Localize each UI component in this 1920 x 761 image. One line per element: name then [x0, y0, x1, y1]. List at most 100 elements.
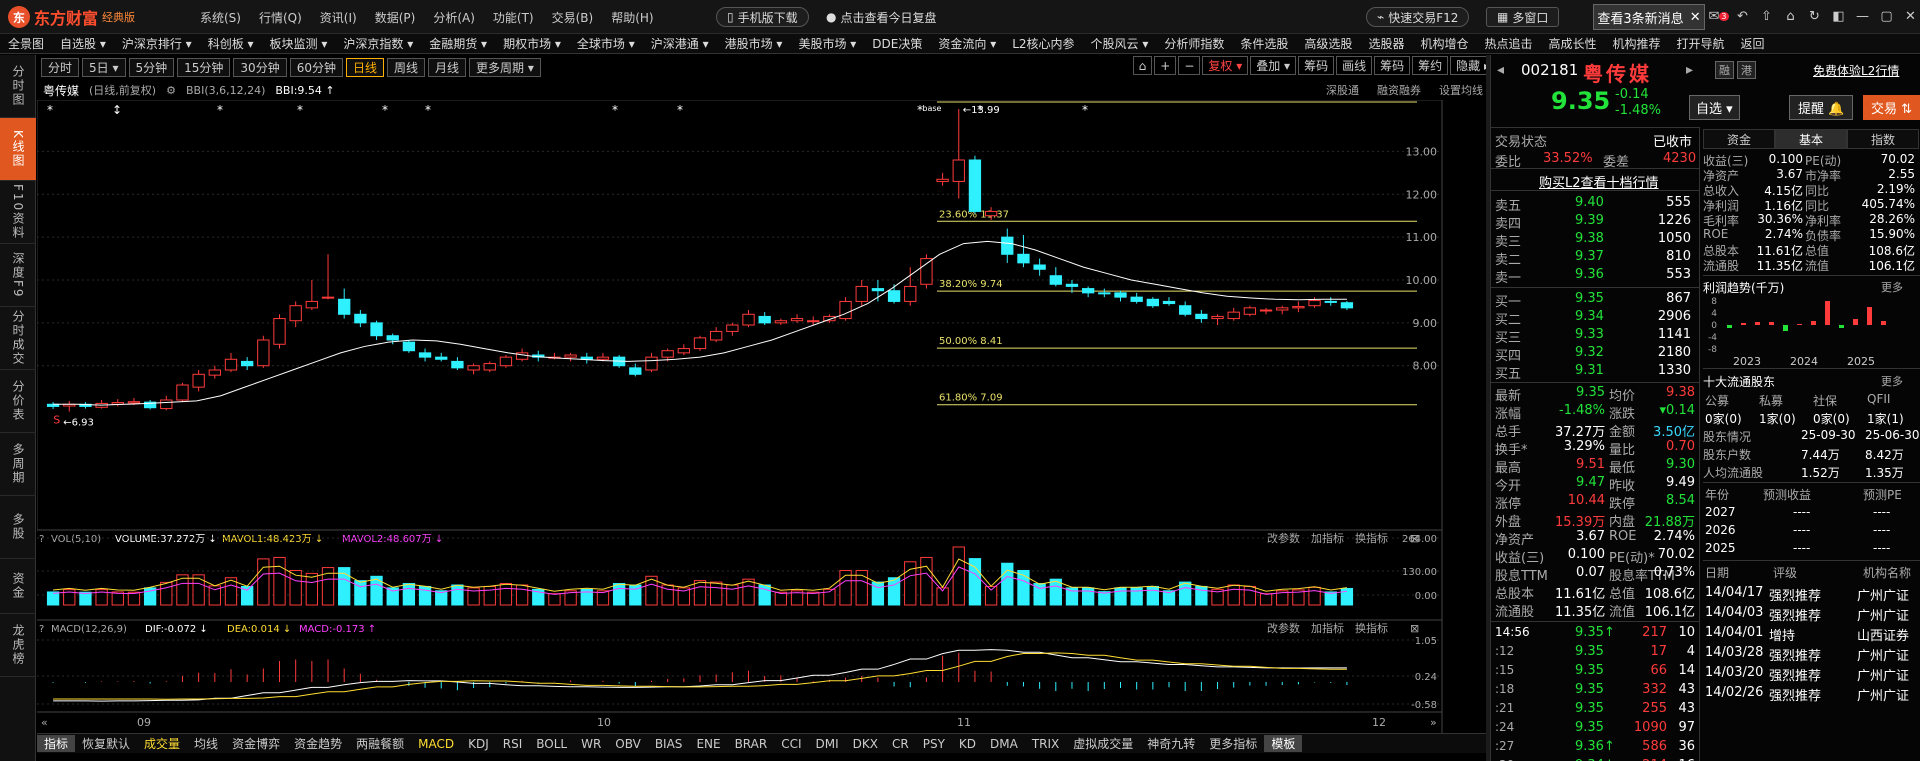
candle[interactable]: [1081, 288, 1095, 294]
nav-item[interactable]: 热点追击: [1476, 35, 1540, 52]
sidebar-tab[interactable]: 分价表: [0, 370, 36, 433]
scroll-left-icon[interactable]: «: [41, 716, 48, 729]
volume-bar[interactable]: [1340, 587, 1354, 606]
refresh-icon[interactable]: ↻: [1806, 6, 1823, 26]
candle[interactable]: [1340, 302, 1354, 309]
candle[interactable]: [1065, 283, 1079, 287]
volume-bar[interactable]: [887, 577, 901, 606]
sidebar-tab[interactable]: 多股: [0, 496, 36, 559]
sidebar-tab[interactable]: 分时成交: [0, 307, 36, 370]
event-marker-icon[interactable]: ↕: [112, 103, 122, 117]
candle[interactable]: [435, 356, 448, 360]
candle[interactable]: [1324, 300, 1337, 303]
candle[interactable]: [629, 367, 642, 375]
event-marker-icon[interactable]: *: [47, 103, 53, 117]
period-button[interactable]: 周线: [387, 57, 426, 77]
next-stock-icon[interactable]: ▸: [1686, 62, 1693, 78]
volume-bar[interactable]: [127, 591, 141, 606]
sidebar-tab[interactable]: 深度F9: [0, 244, 36, 307]
candle[interactable]: [1033, 264, 1046, 270]
fundamental-tab[interactable]: 基本: [1775, 129, 1847, 149]
fundamental-tab[interactable]: 资金: [1703, 129, 1775, 149]
candle[interactable]: [774, 320, 788, 324]
candle[interactable]: [305, 300, 319, 309]
nav-item[interactable]: 机构推荐: [1605, 35, 1669, 52]
nav-item[interactable]: 个股风云 ▾: [1083, 35, 1157, 52]
volume-bar[interactable]: [402, 583, 416, 606]
candle[interactable]: [968, 159, 982, 212]
candle[interactable]: [1130, 296, 1143, 302]
menu-item[interactable]: 交易(B): [552, 9, 594, 26]
candle[interactable]: [677, 348, 690, 354]
candle[interactable]: [984, 210, 998, 217]
menu-item[interactable]: 分析(A): [433, 9, 475, 26]
nav-item[interactable]: 全景图: [0, 35, 52, 52]
event-marker-icon[interactable]: *: [1082, 103, 1088, 117]
close-window-icon[interactable]: ✕: [1902, 6, 1919, 26]
nav-item[interactable]: 选股器: [1360, 35, 1412, 52]
candle[interactable]: [1114, 292, 1127, 298]
candle[interactable]: [1001, 236, 1014, 255]
indicator-button[interactable]: CR: [885, 737, 916, 751]
indicator-button[interactable]: PSY: [916, 737, 952, 751]
daily-review-button[interactable]: ● 点击查看今日复盘: [816, 7, 947, 27]
chart-link[interactable]: 深股通: [1326, 82, 1359, 98]
period-button[interactable]: 60分钟: [289, 57, 343, 77]
candle[interactable]: [904, 285, 917, 302]
volume-bar[interactable]: [515, 584, 529, 606]
indicator-button[interactable]: KDJ: [461, 737, 496, 751]
period-button[interactable]: 月线: [428, 57, 467, 77]
volume-bar[interactable]: [612, 583, 626, 606]
volume-bar[interactable]: [273, 556, 286, 606]
event-marker-icon[interactable]: *: [382, 103, 388, 117]
sidebar-tab[interactable]: 多周期: [0, 433, 36, 496]
candle[interactable]: [402, 341, 416, 352]
volume-bar[interactable]: [451, 584, 464, 606]
candle[interactable]: [758, 315, 771, 324]
macd-link[interactable]: 改参数: [1267, 621, 1300, 635]
volume-bar[interactable]: [111, 591, 124, 606]
indicator-button[interactable]: MACD: [411, 737, 461, 751]
candle[interactable]: [645, 356, 658, 371]
event-marker-icon[interactable]: *: [425, 103, 431, 117]
macd-menu-icon[interactable]: ?: [39, 624, 44, 635]
indicator-button[interactable]: DKX: [846, 737, 885, 751]
indicator-button[interactable]: 均线: [187, 735, 225, 752]
minimize-icon[interactable]: —: [1854, 6, 1871, 26]
nav-item[interactable]: 港股市场 ▾: [717, 35, 791, 52]
candle[interactable]: [289, 305, 302, 322]
indicator-button[interactable]: 两融餐额: [349, 735, 411, 752]
indicator-button[interactable]: 成交量: [137, 735, 187, 752]
indicator-button[interactable]: 神奇九转: [1140, 735, 1202, 752]
candle[interactable]: [710, 330, 723, 341]
candle[interactable]: [1049, 275, 1062, 285]
candle[interactable]: [839, 300, 852, 320]
indicator-button[interactable]: WR: [574, 737, 608, 751]
candle[interactable]: [823, 315, 836, 322]
candle[interactable]: [499, 356, 513, 367]
free-l2-link[interactable]: 免费体验L2行情: [1813, 62, 1899, 79]
volume-bar[interactable]: [1243, 585, 1257, 606]
prev-stock-icon[interactable]: ◂: [1497, 62, 1504, 78]
menu-item[interactable]: 资讯(I): [320, 9, 357, 26]
nav-item[interactable]: 沪深京指数 ▾: [335, 35, 421, 52]
candle[interactable]: [790, 318, 804, 322]
candle[interactable]: [338, 298, 351, 315]
candle[interactable]: [176, 384, 189, 401]
nav-item[interactable]: L2核心内参: [1004, 35, 1082, 52]
candle[interactable]: [370, 322, 383, 337]
chart-tool-button[interactable]: +: [1154, 56, 1177, 75]
sidebar-tab[interactable]: 龙虎榜: [0, 614, 36, 677]
volume-bar[interactable]: [1324, 591, 1337, 606]
close-icon[interactable]: ✕: [1690, 10, 1701, 25]
candle[interactable]: [241, 360, 254, 367]
chart-tool-button[interactable]: 画线: [1336, 56, 1373, 75]
macd-link[interactable]: 加指标: [1311, 621, 1344, 635]
chart-tool-button[interactable]: 叠加 ▾: [1250, 56, 1297, 75]
candle[interactable]: [418, 352, 432, 358]
volume-bar[interactable]: [742, 578, 755, 606]
volume-bar[interactable]: [1259, 593, 1273, 606]
macd-close-icon[interactable]: ⊠: [1410, 622, 1419, 635]
indicator-button[interactable]: BRAR: [728, 737, 775, 751]
volume-bar[interactable]: [710, 581, 723, 606]
